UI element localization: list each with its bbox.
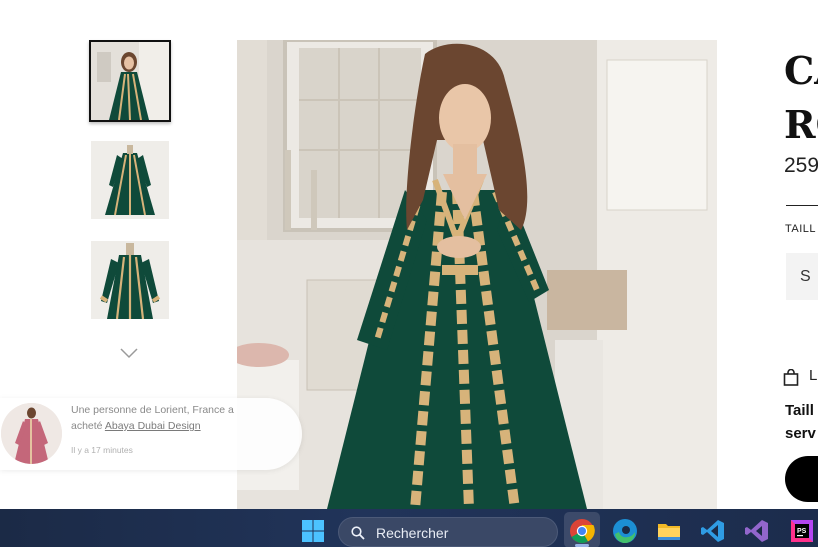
notification-text-line2: acheté Abaya Dubai Design xyxy=(71,420,201,432)
notification-prefix: acheté xyxy=(71,420,105,432)
windows-start-icon[interactable] xyxy=(302,520,324,542)
purchased-product-thumbnail xyxy=(1,403,62,464)
purchased-product-link[interactable]: Abaya Dubai Design xyxy=(105,420,201,432)
thumbnail-2[interactable] xyxy=(91,141,169,219)
divider xyxy=(786,205,818,206)
size-service-note: Taill serv xyxy=(785,402,816,442)
size-label: TAILL xyxy=(785,223,817,235)
taskbar-search-box[interactable]: Rechercher xyxy=(338,517,558,547)
phpstorm-icon[interactable]: PS xyxy=(789,518,815,544)
product-price: 259 xyxy=(784,154,818,177)
edge-icon[interactable] xyxy=(612,518,638,544)
file-explorer-icon[interactable] xyxy=(656,518,682,544)
chrome-icon[interactable] xyxy=(569,518,595,544)
chevron-down-icon[interactable] xyxy=(119,346,139,360)
notification-time: Il y a 17 minutes xyxy=(71,445,133,455)
product-title: CA RO xyxy=(784,48,818,147)
visual-studio-icon[interactable] xyxy=(744,518,770,544)
windows-taskbar: Rechercher PS xyxy=(0,509,818,548)
vscode-icon[interactable] xyxy=(700,518,726,544)
thumbnail-1-selected[interactable] xyxy=(89,40,171,122)
main-product-image[interactable] xyxy=(237,40,717,509)
recent-purchase-notification[interactable]: Une personne de Lorient, France a acheté… xyxy=(0,398,302,470)
shopping-bag-icon xyxy=(783,369,799,386)
search-placeholder: Rechercher xyxy=(376,525,449,541)
thumbnail-3[interactable] xyxy=(91,241,169,319)
add-to-cart-button[interactable] xyxy=(785,456,818,502)
svg-text:PS: PS xyxy=(797,528,807,535)
delivery-text: L xyxy=(809,367,818,384)
size-option-s[interactable]: S xyxy=(786,253,818,300)
search-icon xyxy=(351,526,365,540)
notification-text-line1: Une personne de Lorient, France a xyxy=(71,404,234,416)
